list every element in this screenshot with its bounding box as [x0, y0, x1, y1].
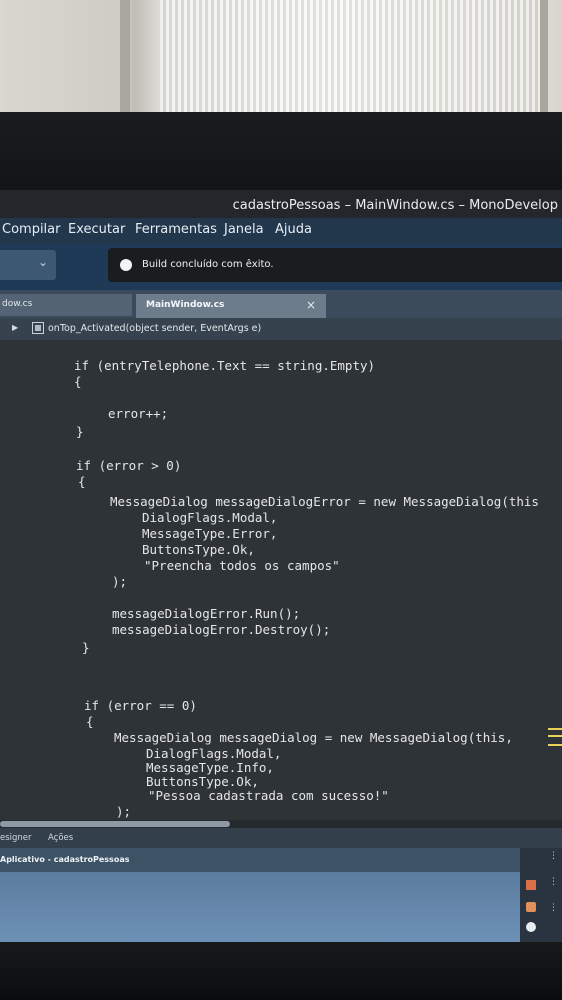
tab-designer[interactable]: esigner — [0, 833, 32, 843]
application-pad-body — [0, 872, 520, 942]
scrollbar-thumb[interactable] — [0, 821, 230, 827]
code-line: { — [78, 474, 86, 489]
monitor-bezel-bottom — [0, 942, 562, 1000]
code-line: "Preencha todos os campos" — [144, 558, 340, 573]
monodevelop-window: cadastroPessoas – MainWindow.cs – MonoDe… — [0, 190, 562, 942]
build-status-text: Build concluído com êxito. — [142, 259, 274, 270]
tab-inactive-document[interactable]: dow.cs — [0, 294, 132, 316]
monitor-bezel — [0, 112, 562, 192]
application-pad-header: Aplicativo - cadastroPessoas — [0, 848, 562, 872]
code-line: error++; — [108, 406, 169, 421]
pad-title: Aplicativo - cadastroPessoas — [0, 855, 130, 864]
background-room — [0, 0, 562, 120]
breadcrumb: ▶ onTop_Activated(object sender, EventAr… — [0, 318, 562, 340]
expand-arrow-icon[interactable]: ▶ — [12, 323, 18, 332]
code-line: MessageDialog messageDialogError = new M… — [110, 494, 539, 509]
code-line: MessageDialog messageDialog = new Messag… — [114, 730, 513, 745]
code-line: messageDialogError.Run(); — [112, 606, 301, 621]
code-line: ); — [112, 574, 128, 589]
code-line: if (entryTelephone.Text == string.Empty) — [74, 358, 376, 373]
code-line: if (error == 0) — [84, 698, 197, 713]
method-icon — [32, 322, 44, 334]
menu-compilar[interactable]: Compilar — [2, 222, 60, 237]
code-line: DialogFlags.Modal, — [146, 746, 282, 761]
overview-marker-icon[interactable] — [548, 728, 562, 746]
window-frame-left — [120, 0, 130, 112]
code-line: if (error > 0) — [76, 458, 182, 473]
chevron-down-icon: ⌄ — [37, 255, 48, 269]
code-line: DialogFlags.Modal, — [142, 510, 278, 525]
tab-actions[interactable]: Ações — [48, 833, 73, 843]
code-line: messageDialogError.Destroy(); — [112, 622, 331, 637]
status-area: Build concluído com êxito. — [108, 248, 562, 282]
menu-janela[interactable]: Janela — [224, 222, 264, 237]
pin-icon[interactable] — [526, 922, 536, 932]
menu-ferramentas[interactable]: Ferramentas — [135, 222, 217, 237]
more-icon[interactable]: ⋮ — [549, 852, 558, 861]
window-frame-right — [540, 0, 548, 112]
code-line: } — [76, 424, 84, 439]
menu-executar[interactable]: Executar — [68, 222, 125, 237]
pad-side-toolbar: ⋮ ⋮ ⋮ — [520, 848, 562, 942]
close-icon[interactable]: × — [306, 298, 316, 312]
code-line: { — [74, 374, 82, 389]
document-tabs: dow.cs MainWindow.cs × — [0, 290, 562, 318]
code-line: ButtonsType.Ok, — [146, 774, 259, 789]
view-tabs: esigner Ações — [0, 828, 562, 848]
code-line: MessageType.Info, — [146, 760, 274, 775]
clear-icon[interactable] — [526, 902, 536, 912]
menu-bar: Compilar Executar Ferramentas Janela Aju… — [0, 218, 562, 244]
tab-inactive-label: dow.cs — [2, 299, 33, 309]
code-line: { — [86, 714, 94, 729]
more-icon[interactable]: ⋮ — [549, 904, 558, 913]
horizontal-scrollbar[interactable] — [0, 820, 562, 828]
code-line: "Pessoa cadastrada com sucesso!" — [148, 788, 389, 803]
title-bar: cadastroPessoas – MainWindow.cs – MonoDe… — [0, 190, 562, 218]
menu-ajuda[interactable]: Ajuda — [275, 222, 312, 237]
method-signature[interactable]: onTop_Activated(object sender, EventArgs… — [48, 323, 261, 334]
code-line: MessageType.Error, — [142, 526, 278, 541]
tab-mainwindow[interactable]: MainWindow.cs × — [136, 294, 326, 318]
tab-active-label: MainWindow.cs — [146, 300, 225, 310]
status-indicator-icon — [120, 259, 132, 271]
window-title: cadastroPessoas – MainWindow.cs – MonoDe… — [232, 198, 558, 213]
configuration-dropdown[interactable]: ⌄ — [0, 250, 56, 280]
toolbar: ⌄ Build concluído com êxito. — [0, 244, 562, 290]
code-editor[interactable]: if (entryTelephone.Text == string.Empty)… — [0, 340, 562, 820]
code-line: ); — [116, 804, 132, 819]
code-line: } — [82, 640, 90, 655]
code-line: ButtonsType.Ok, — [142, 542, 255, 557]
window-pane — [160, 0, 540, 112]
stop-icon[interactable] — [526, 880, 536, 890]
more-icon[interactable]: ⋮ — [549, 878, 558, 887]
